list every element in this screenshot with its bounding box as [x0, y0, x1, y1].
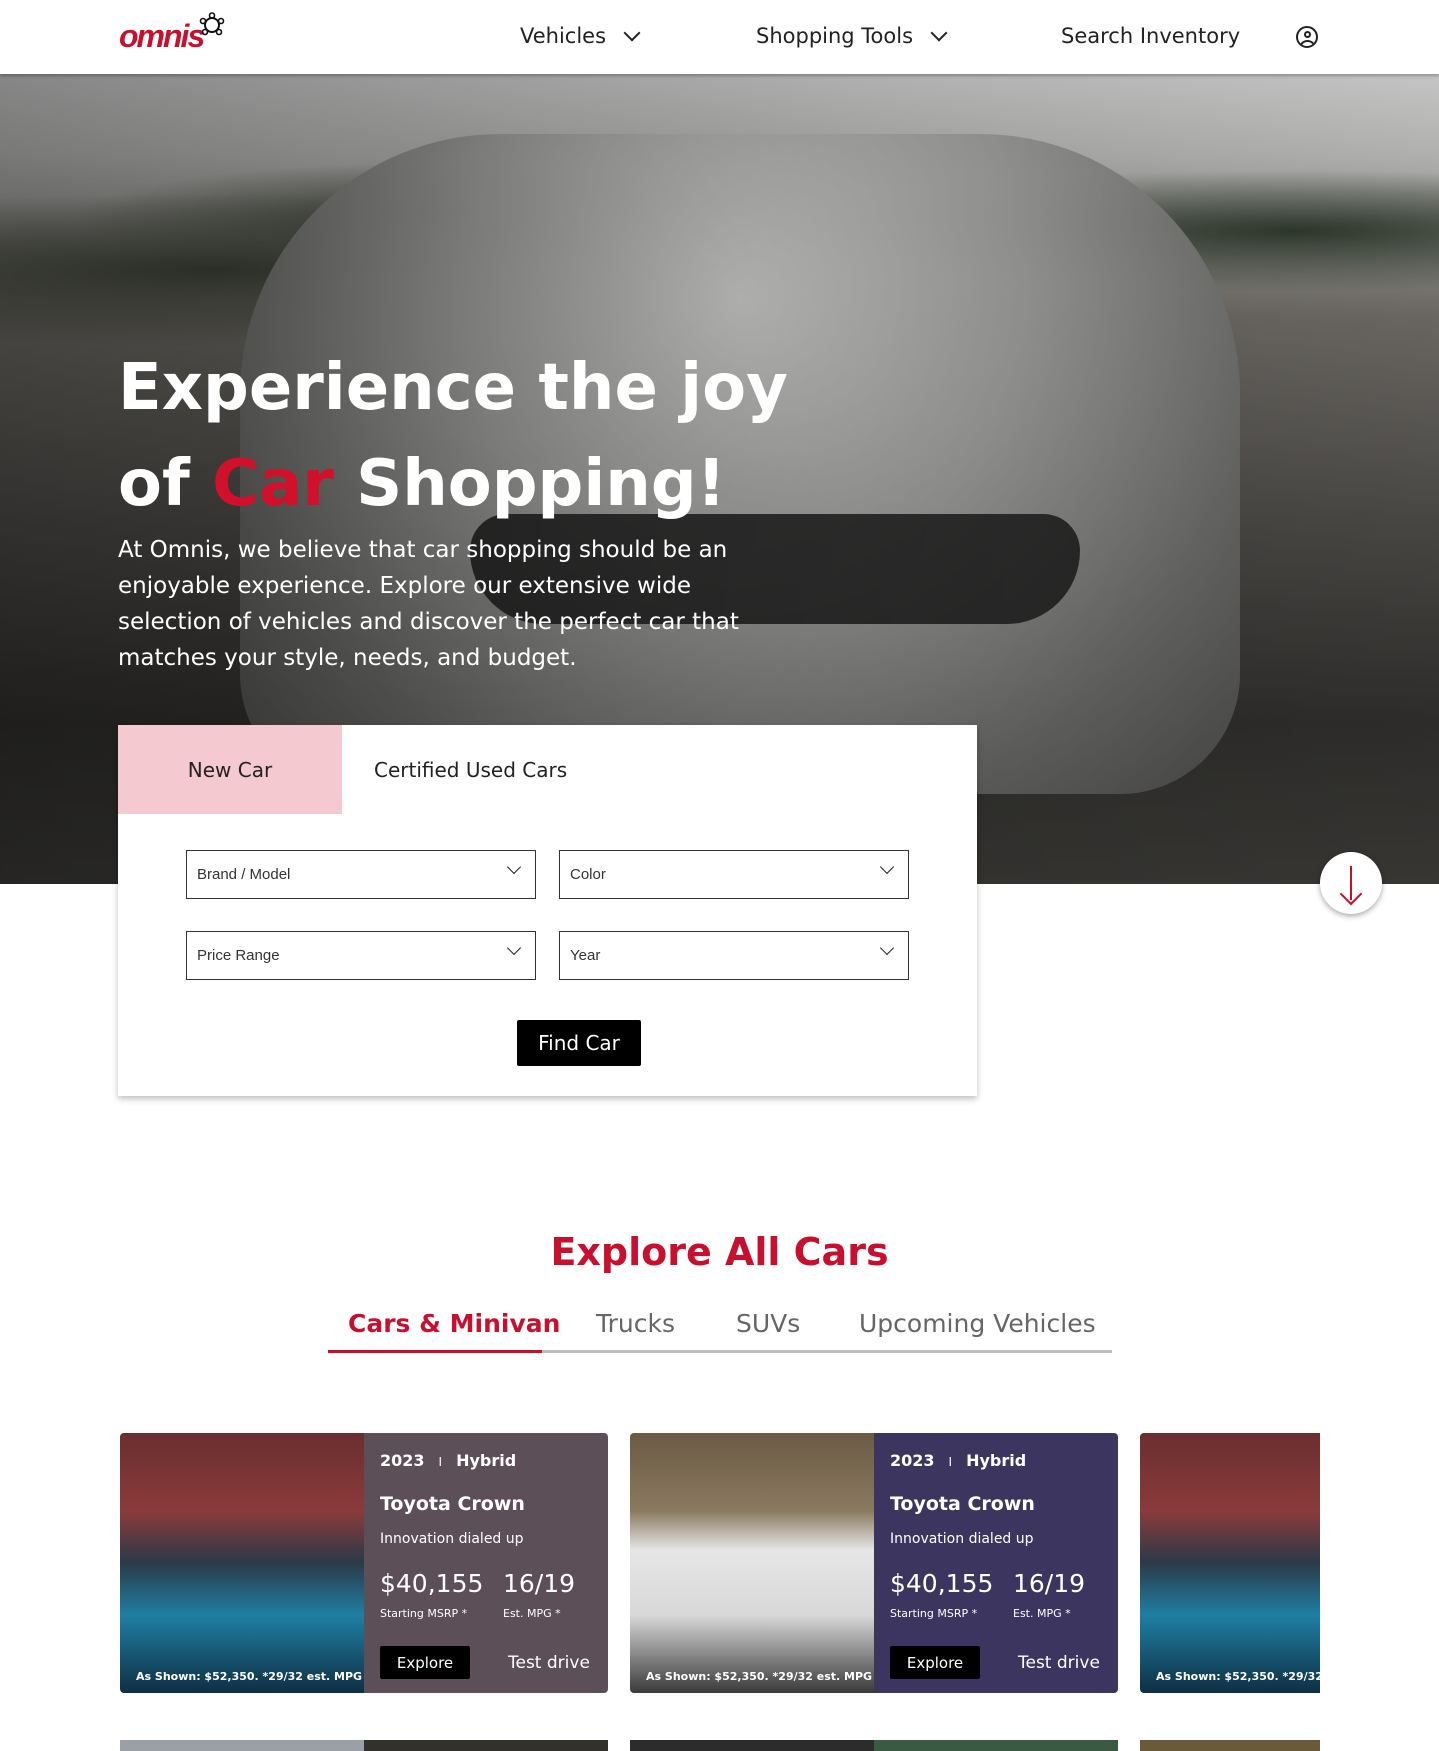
hero-title-line1: Experience the joy [118, 351, 788, 425]
price-range-select[interactable]: Price Range [186, 931, 536, 980]
user-account-icon[interactable] [1296, 26, 1318, 48]
nav-shopping-tools-label: Shopping Tools [756, 24, 914, 48]
tab-cars-minivan[interactable]: Cars & Minivan [348, 1309, 560, 1338]
test-drive-link[interactable]: Test drive [508, 1653, 590, 1673]
tab-trucks[interactable]: Trucks [596, 1309, 675, 1338]
scroll-down-button[interactable] [1320, 852, 1382, 914]
year-select[interactable]: Year [559, 931, 909, 980]
nav-search-inventory[interactable]: Search Inventory [1061, 24, 1240, 48]
vehicle-card: As Shown: $52,350. *29/32 est. MPG [1140, 1433, 1320, 1693]
vehicle-tagline: Innovation dialed up [890, 1531, 1034, 1547]
car-search-panel: New Car Certified Used Cars Brand / Mode… [118, 725, 977, 1096]
hero-title-line2: of Car Shopping! [118, 447, 726, 521]
find-car-button[interactable]: Find Car [517, 1020, 641, 1066]
tab-suvs[interactable]: SUVs [736, 1309, 800, 1338]
vehicle-name: Toyota Crown [380, 1493, 525, 1515]
logo-gear-icon [199, 12, 225, 36]
vehicle-price: $40,155 [890, 1569, 994, 1598]
color-select[interactable]: Color [559, 850, 909, 899]
category-tabs: Cars & Minivan Trucks SUVs Upcoming Vehi… [328, 1303, 1112, 1353]
nav-vehicles[interactable]: Vehicles [520, 24, 641, 48]
explore-button[interactable]: Explore [380, 1646, 470, 1679]
chevron-down-icon [623, 24, 641, 42]
omnis-logo[interactable]: omnis [119, 12, 225, 58]
chevron-down-icon [930, 24, 948, 42]
logo-text: omnis [119, 17, 205, 54]
chevron-down-icon [506, 940, 522, 956]
site-header: omnis Vehicles Shopping Tools Search Inv… [0, 0, 1439, 74]
vehicle-mpg: 16/19 [503, 1569, 576, 1598]
chevron-down-icon [879, 859, 895, 875]
chevron-down-icon [506, 859, 522, 875]
vehicle-price: $40,155 [380, 1569, 484, 1598]
explore-button[interactable]: Explore [890, 1646, 980, 1679]
nav-shopping-tools[interactable]: Shopping Tools [756, 24, 948, 48]
vehicle-card: As Shown: $52,350. *29/32 est. MPG 2023 I… [120, 1433, 608, 1693]
vehicle-info: 2023 I Hybrid Toyota Crown Innovation dial… [874, 1433, 1118, 1693]
price-label: Starting MSRP * [380, 1607, 468, 1620]
tab-new-car[interactable]: New Car [118, 725, 342, 814]
nav-search-inventory-label: Search Inventory [1061, 24, 1241, 48]
nav-vehicles-label: Vehicles [520, 24, 607, 48]
mpg-label: Est. MPG * [1013, 1607, 1071, 1620]
brand-model-select[interactable]: Brand / Model [186, 850, 536, 899]
vehicle-photo: As Shown: $52,350. *29/32 est. MPG [1140, 1433, 1320, 1693]
vehicle-tagline: Innovation dialed up [380, 1531, 524, 1547]
price-label: Starting MSRP * [890, 1607, 978, 1620]
explore-title: Explore All Cars [550, 1230, 889, 1274]
tab-upcoming-vehicles[interactable]: Upcoming Vehicles [859, 1309, 1096, 1338]
tab-certified-used-cars[interactable]: Certified Used Cars [374, 725, 567, 814]
hero-description: At Omnis, we believe that car shopping s… [118, 537, 739, 671]
test-drive-link[interactable]: Test drive [1018, 1653, 1100, 1673]
hero-title: Experience the joy of Car Shopping! [118, 340, 788, 532]
vehicle-carousel: As Shown: $52,350. *29/32 est. MPG 2023 I… [120, 1433, 1320, 1733]
mpg-label: Est. MPG * [503, 1607, 561, 1620]
chevron-down-icon [879, 940, 895, 956]
active-tab-indicator [328, 1350, 542, 1353]
as-shown-caption: As Shown: $52,350. *29/32 est. MPG [136, 1670, 363, 1683]
hero-title-highlight: Car [212, 447, 334, 521]
vehicle-name: Toyota Crown [890, 1493, 1035, 1515]
vehicle-card: As Shown: $52,350. *29/32 est. MPG 2023 I… [630, 1433, 1118, 1693]
as-shown-caption: As Shown: $52,350. *29/32 est. MPG [1156, 1670, 1320, 1683]
vehicle-photo: As Shown: $52,350. *29/32 est. MPG [630, 1433, 874, 1693]
vehicle-info: 2023 I Hybrid Toyota Crown Innovation dial… [364, 1433, 608, 1693]
vehicle-mpg: 16/19 [1013, 1569, 1086, 1598]
vehicle-photo: As Shown: $52,350. *29/32 est. MPG [120, 1433, 364, 1693]
as-shown-caption: As Shown: $52,350. *29/32 est. MPG [646, 1670, 873, 1683]
